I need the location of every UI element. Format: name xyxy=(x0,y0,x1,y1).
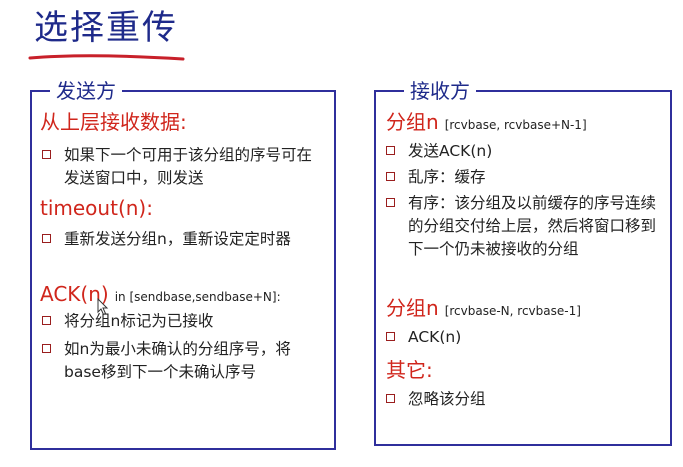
section-title: 其它: xyxy=(386,358,433,382)
list-item: 将分组n标记为已接收 xyxy=(42,310,318,333)
list-item-text: 乱序：缓存 xyxy=(408,168,486,186)
bullet-icon xyxy=(42,344,51,353)
mouse-cursor-icon xyxy=(97,298,109,316)
section-title: timeout(n): xyxy=(40,196,153,220)
list-item-text: 如n为最小未确认的分组序号，将base移到下一个未确认序号 xyxy=(64,340,291,381)
list-item: ACK(n) xyxy=(386,326,656,349)
list-item-text: 如果下一个可用于该分组的序号可在发送窗口中，则发送 xyxy=(64,146,313,187)
list-item-text: 发送ACK(n) xyxy=(408,142,493,160)
bullet-icon xyxy=(42,150,51,159)
title-underline xyxy=(28,54,185,61)
list-item-text: 重新发送分组n，重新设定定时器 xyxy=(64,230,291,248)
bullet-icon xyxy=(42,234,51,243)
list-item: 重新发送分组n，重新设定定时器 xyxy=(42,228,318,251)
list-item: 有序：该分组及以前缓存的序号连续的分组交付给上层，然后将窗口移到下一个仍未被接收… xyxy=(386,192,656,261)
list-item-text: ACK(n) xyxy=(408,328,462,346)
bullet-icon xyxy=(42,316,51,325)
bullet-icon xyxy=(386,332,395,341)
receiver-panel: 接收方 分组n [rcvbase, rcvbase+N-1] 发送ACK(n) 乱… xyxy=(374,78,672,446)
sender-heading: 发送方 xyxy=(50,78,122,104)
list-item: 如果下一个可用于该分组的序号可在发送窗口中，则发送 xyxy=(42,144,318,190)
sender-section-ack: ACK(n) in [sendbase,sendbase+N]: xyxy=(40,282,281,309)
bullet-icon xyxy=(386,198,395,207)
sender-panel: 发送方 从上层接收数据: 如果下一个可用于该分组的序号可在发送窗口中，则发送 t… xyxy=(30,78,336,450)
section-range: in [sendbase,sendbase+N]: xyxy=(114,290,281,304)
section-title: 从上层接收数据: xyxy=(40,110,187,134)
page-title: 选择重传 xyxy=(34,8,178,48)
receiver-section-previous-window: 分组n [rcvbase-N, rcvbase-1] xyxy=(386,296,581,323)
receiver-heading: 接收方 xyxy=(404,78,476,104)
section-title: 分组n xyxy=(386,110,439,134)
section-title: 分组n xyxy=(386,296,439,320)
section-range: [rcvbase-N, rcvbase-1] xyxy=(444,304,581,318)
bullet-icon xyxy=(386,394,395,403)
sender-section-timeout: timeout(n): xyxy=(40,196,153,220)
list-item: 乱序：缓存 xyxy=(386,166,656,189)
list-item-text: 忽略该分组 xyxy=(408,390,486,408)
list-item: 如n为最小未确认的分组序号，将base移到下一个未确认序号 xyxy=(42,338,318,384)
list-item: 发送ACK(n) xyxy=(386,140,656,163)
list-item: 忽略该分组 xyxy=(386,388,656,411)
section-range: [rcvbase, rcvbase+N-1] xyxy=(444,118,587,132)
bullet-icon xyxy=(386,172,395,181)
list-item-text: 有序：该分组及以前缓存的序号连续的分组交付给上层，然后将窗口移到下一个仍未被接收… xyxy=(408,194,657,258)
sender-section-receive-data: 从上层接收数据: xyxy=(40,110,187,134)
bullet-icon xyxy=(386,146,395,155)
receiver-section-in-window: 分组n [rcvbase, rcvbase+N-1] xyxy=(386,110,587,137)
receiver-section-other: 其它: xyxy=(386,358,433,382)
